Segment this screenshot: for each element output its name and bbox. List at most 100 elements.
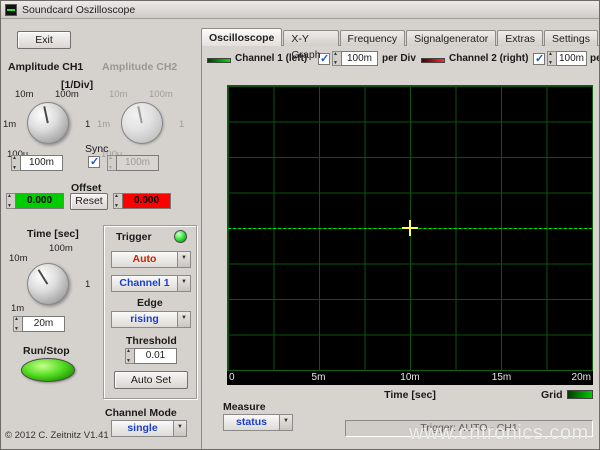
chevron-down-icon[interactable]: [279, 415, 292, 430]
trigger-source-value: Channel 1: [112, 276, 177, 291]
channel2-color-swatch: [421, 58, 445, 63]
trigger-title: Trigger: [116, 231, 152, 243]
tab-bar: Oscilloscope X-Y Graph Frequency Signalg…: [201, 28, 599, 46]
measure-label: Measure: [223, 401, 266, 413]
threshold-value[interactable]: 0.01: [134, 348, 177, 364]
knob-scale-label: 1: [85, 119, 90, 130]
channel1-perdiv-spinner[interactable]: [332, 51, 341, 66]
trigger-mode-dropdown[interactable]: Auto: [111, 251, 191, 268]
offset-ch1-value[interactable]: 0.000: [15, 193, 64, 209]
ch2-scale-spinner: [107, 155, 116, 171]
tab-frequency[interactable]: Frequency: [340, 30, 406, 46]
time-value-control: 20m: [13, 316, 65, 332]
sync-label: Sync: [85, 143, 108, 155]
x-tick: 15m: [492, 372, 511, 383]
threshold-spinner[interactable]: [125, 348, 134, 364]
amplitude-ch1-label: Amplitude CH1: [8, 61, 83, 73]
plot-area: [227, 85, 593, 371]
window-titlebar: Soundcard Oszilloscope: [1, 1, 599, 19]
sync-checkbox[interactable]: [88, 156, 100, 168]
channel2-perdiv-spinner[interactable]: [547, 51, 556, 66]
chevron-down-icon[interactable]: [177, 252, 190, 267]
x-axis-title: Time [sec]: [227, 389, 593, 401]
exit-button[interactable]: Exit: [17, 31, 71, 49]
trigger-group: Trigger Auto Channel 1 Edge rising Thres…: [103, 225, 197, 399]
app-icon: [5, 4, 17, 16]
time-knob[interactable]: [27, 263, 69, 305]
knob-scale-label: 1: [179, 119, 184, 130]
tab-xy-graph[interactable]: X-Y Graph: [283, 30, 338, 46]
channel1-perdiv-label: per Div: [382, 53, 416, 64]
knob-scale-label: 100m: [49, 243, 73, 254]
tab-settings[interactable]: Settings: [544, 30, 598, 46]
threshold-control: 0.01: [125, 348, 177, 364]
run-stop-label: Run/Stop: [23, 345, 70, 357]
grid-label: Grid: [541, 389, 563, 401]
tab-extras[interactable]: Extras: [497, 30, 543, 46]
x-tick: 10m: [400, 372, 419, 383]
channel1-perdiv-control: 100m: [332, 51, 378, 66]
chevron-down-icon[interactable]: [177, 276, 190, 291]
amplitude-ch2-label: Amplitude CH2: [102, 61, 177, 73]
time-value-spinner[interactable]: [13, 316, 22, 332]
channel-mode-label: Channel Mode: [105, 407, 177, 419]
reset-button[interactable]: Reset: [70, 193, 108, 210]
channel2-perdiv-label: per Div: [590, 53, 600, 64]
trigger-edge-value: rising: [112, 312, 177, 327]
x-axis-ticks: 0 5m 10m 15m 20m: [227, 371, 593, 385]
knob-scale-label: 1: [85, 279, 90, 290]
chevron-down-icon[interactable]: [173, 421, 186, 436]
knob-scale-label: 10m: [15, 89, 33, 100]
knob-scale-label: 1m: [3, 119, 16, 130]
amplitude-ch2-knob: [121, 102, 163, 144]
x-tick: 0: [229, 372, 235, 383]
tab-signalgenerator[interactable]: Signalgenerator: [406, 30, 496, 46]
amplitude-ch2-knob-group: 10m 100m 1m 1 100u: [97, 89, 189, 165]
trigger-mode-value: Auto: [112, 252, 177, 267]
trigger-source-dropdown[interactable]: Channel 1: [111, 275, 191, 292]
copyright-text: © 2012 C. Zeitnitz V1.41: [5, 430, 109, 441]
knob-pointer: [38, 269, 49, 284]
time-value[interactable]: 20m: [22, 316, 65, 332]
channel-mode-dropdown[interactable]: single: [111, 420, 187, 437]
trigger-led: [174, 230, 187, 243]
offset-ch2-spinner[interactable]: [113, 193, 122, 209]
knob-scale-label: 10m: [109, 89, 127, 100]
trigger-edge-dropdown[interactable]: rising: [111, 311, 191, 328]
knob-scale-label: 1m: [11, 303, 24, 314]
knob-scale-label: 100m: [55, 89, 79, 100]
channel2-perdiv-control: 100m: [547, 51, 587, 66]
offset-ch2-value[interactable]: 0.000: [122, 193, 171, 209]
knob-pointer: [137, 106, 142, 123]
time-label: Time [sec]: [27, 228, 79, 240]
chevron-down-icon[interactable]: [177, 312, 190, 327]
knob-scale-label: 1m: [97, 119, 110, 130]
ch1-scale-control: 100m: [11, 155, 63, 171]
knob-pointer: [43, 106, 48, 123]
channel2-legend-label: Channel 2 (right): [449, 53, 528, 64]
channel1-perdiv-value[interactable]: 100m: [341, 51, 378, 66]
ch2-scale-value: 100m: [116, 155, 159, 171]
offset-ch1-spinner[interactable]: [6, 193, 15, 209]
edge-label: Edge: [137, 297, 163, 309]
app-window: Soundcard Oszilloscope Exit Amplitude CH…: [0, 0, 600, 450]
knob-scale-label: 10m: [9, 253, 27, 264]
x-tick: 20m: [572, 372, 591, 383]
ch1-scale-value[interactable]: 100m: [20, 155, 63, 171]
auto-set-button[interactable]: Auto Set: [114, 371, 188, 389]
channel2-visible-checkbox[interactable]: [533, 53, 545, 65]
knob-scale-label: 100m: [149, 89, 173, 100]
tab-oscilloscope[interactable]: Oscilloscope: [201, 28, 282, 46]
ch1-scale-spinner[interactable]: [11, 155, 20, 171]
offset-ch1-control: 0.000: [6, 193, 64, 209]
oscilloscope-plot: 0 5m 10m 15m 20m: [227, 85, 593, 385]
cursor-crosshair[interactable]: [402, 220, 418, 236]
run-stop-button[interactable]: [21, 358, 75, 382]
measure-dropdown[interactable]: status: [223, 414, 293, 431]
channel2-perdiv-value[interactable]: 100m: [556, 51, 587, 66]
grid-intensity-slider[interactable]: [567, 390, 593, 399]
ch2-scale-control: 100m: [107, 155, 159, 171]
amplitude-ch1-knob[interactable]: [27, 102, 69, 144]
channel-mode-value: single: [112, 421, 173, 436]
window-title: Soundcard Oszilloscope: [22, 4, 135, 16]
